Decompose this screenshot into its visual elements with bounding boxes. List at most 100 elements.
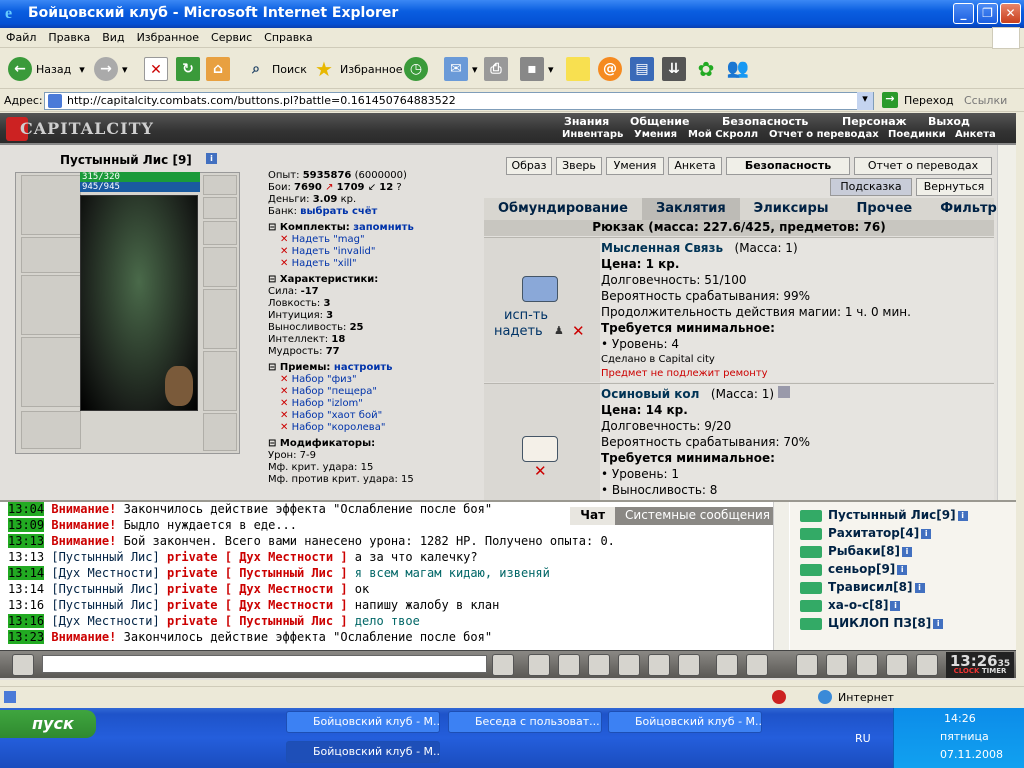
delete-icon[interactable]: ✕ [280, 374, 288, 385]
delete-icon[interactable]: ✕ [280, 258, 288, 269]
transfer-report-button[interactable]: Отчет о переводах [854, 157, 992, 175]
menu-favorites[interactable]: Избранное [131, 28, 205, 44]
return-button[interactable]: Вернуться [916, 178, 992, 196]
wear-link[interactable]: надеть [494, 324, 543, 339]
task-button[interactable]: Бойцовский клуб - М... [286, 711, 440, 733]
task-button[interactable]: Бойцовский клуб - М... [608, 711, 762, 733]
chat-nick[interactable]: [Пустынный Лис] [51, 598, 159, 612]
chat-nick[interactable]: [Пустынный Лис] [51, 550, 159, 564]
hint-button[interactable]: Подсказка [830, 178, 912, 196]
skills-button[interactable]: Умения [606, 157, 664, 175]
tab-spells[interactable]: Заклятия [641, 198, 740, 220]
menu-tools[interactable]: Сервис [205, 28, 258, 44]
search-button[interactable]: ⌕ Поиск [244, 55, 307, 83]
chevron-down-icon[interactable]: ▾ [857, 92, 873, 110]
submenu-inventory[interactable]: Инвентарь [562, 129, 623, 140]
item-name[interactable]: Мысленная Связь [601, 241, 723, 255]
maximize-button[interactable]: ❐ [977, 3, 998, 24]
refresh-button[interactable]: ↻ [176, 55, 204, 83]
submenu-fights[interactable]: Поединки [888, 129, 946, 140]
chevron-down-icon[interactable]: ▾ [122, 63, 128, 76]
magic-icon[interactable] [856, 654, 878, 676]
save-icon[interactable] [588, 654, 610, 676]
exit-icon[interactable] [916, 654, 938, 676]
remember-link[interactable]: запомнить [353, 222, 414, 234]
task-button[interactable]: Беседа с пользоват... [448, 711, 602, 733]
rings-slot[interactable] [203, 221, 237, 245]
clear-icon[interactable] [528, 654, 550, 676]
sound-icon[interactable] [678, 654, 700, 676]
close-button[interactable]: ✕ [1000, 3, 1021, 24]
bracers-slot[interactable] [21, 237, 81, 273]
earrings-slot[interactable] [203, 175, 237, 195]
menu-character[interactable]: Персонаж [842, 115, 907, 128]
security-button[interactable]: Безопасность [726, 157, 850, 175]
mask-icon[interactable] [746, 654, 768, 676]
menu-edit[interactable]: Правка [42, 28, 96, 44]
weapon-slot[interactable] [21, 275, 81, 335]
delete-icon[interactable]: ✕ [280, 386, 288, 397]
collapse-icon[interactable]: ⊟ [268, 438, 276, 450]
online-user[interactable]: ха-о-с[8] i [800, 598, 901, 612]
submenu-skills[interactable]: Умения [634, 129, 677, 140]
tab-elixirs[interactable]: Эликсиры [740, 198, 843, 220]
trick-item[interactable]: ✕ Набор "пещера" [268, 386, 478, 398]
chat-nick[interactable]: [Дух Местности] [51, 614, 159, 628]
submenu-my-scroll[interactable]: Мой Скролл [688, 129, 758, 140]
delete-icon[interactable]: ✕ [280, 398, 288, 409]
stop-button[interactable]: ✕ [144, 55, 172, 83]
tab-equipment[interactable]: Обмундирование [484, 198, 642, 220]
home-button[interactable]: ⌂ [206, 55, 234, 83]
amulet-slot[interactable] [203, 197, 237, 219]
boots-slot[interactable] [203, 413, 237, 451]
chat-input[interactable] [42, 655, 487, 673]
menu-file[interactable]: Файл [0, 28, 42, 44]
info-icon[interactable]: i [902, 546, 912, 557]
menu-exit[interactable]: Выход [928, 115, 970, 128]
info-icon[interactable]: i [957, 510, 968, 521]
tab-system-messages[interactable]: Системные сообщения [615, 507, 780, 525]
image-button[interactable]: Образ [506, 157, 552, 175]
minimize-button[interactable]: _ [953, 3, 974, 24]
collapse-icon[interactable]: ⊟ [268, 362, 276, 374]
chevron-down-icon[interactable]: ▾ [79, 63, 85, 76]
trick-item[interactable]: ✕ Набор "физ" [268, 374, 478, 386]
menu-help[interactable]: Справка [258, 28, 318, 44]
back-button[interactable]: ← Назад ▾ [8, 55, 85, 83]
set-item[interactable]: ✕ Надеть "invalid" [268, 246, 478, 258]
go-arrow-icon[interactable]: → [882, 92, 898, 108]
translit-icon[interactable] [648, 654, 670, 676]
print-button[interactable]: ⎙ [484, 55, 512, 83]
tab-chat[interactable]: Чат [570, 507, 616, 525]
chat-scrollbar[interactable] [773, 502, 789, 650]
task-button[interactable]: Бойцовский клуб - М... [286, 741, 440, 763]
note-button[interactable] [566, 55, 594, 83]
helmet-slot[interactable] [21, 175, 81, 235]
chat-nick[interactable]: [Дух Местности] [51, 566, 159, 580]
setup-link[interactable]: настроить [334, 362, 393, 374]
shield-slot[interactable] [203, 289, 237, 349]
mail-at-button[interactable]: @ [598, 55, 626, 83]
address-input[interactable]: http://capitalcity.combats.com/buttons.p… [44, 92, 874, 110]
menu-view[interactable]: Вид [96, 28, 130, 44]
pet-button[interactable]: Зверь [556, 157, 602, 175]
go-button[interactable]: Переход [904, 94, 954, 107]
chevron-down-icon[interactable]: ▾ [472, 63, 478, 76]
set-item[interactable]: ✕ Надеть "xill" [268, 258, 478, 270]
info-icon[interactable]: i [914, 582, 925, 593]
online-user[interactable]: Трависил[8] i [800, 580, 925, 594]
set-item[interactable]: ✕ Надеть "mag" [268, 234, 478, 246]
edit-button[interactable]: ▪ ▾ [520, 55, 554, 83]
info-icon[interactable]: i [890, 600, 901, 611]
info-tool-icon[interactable] [796, 654, 818, 676]
online-user[interactable]: ЦИКЛОП ПЗ[8] i [800, 616, 944, 630]
menu-security[interactable]: Безопасность [722, 115, 808, 128]
pet-icon[interactable] [165, 366, 193, 406]
history-button[interactable]: ◷ [404, 55, 432, 83]
send-icon[interactable] [492, 654, 514, 676]
drop-icon[interactable]: ✕ [534, 462, 547, 480]
trick-item[interactable]: ✕ Набор "хаот бой" [268, 410, 478, 422]
info-icon[interactable]: i [206, 153, 217, 164]
attack-icon[interactable] [826, 654, 848, 676]
online-user[interactable]: Рахитатор[4] i [800, 526, 932, 540]
